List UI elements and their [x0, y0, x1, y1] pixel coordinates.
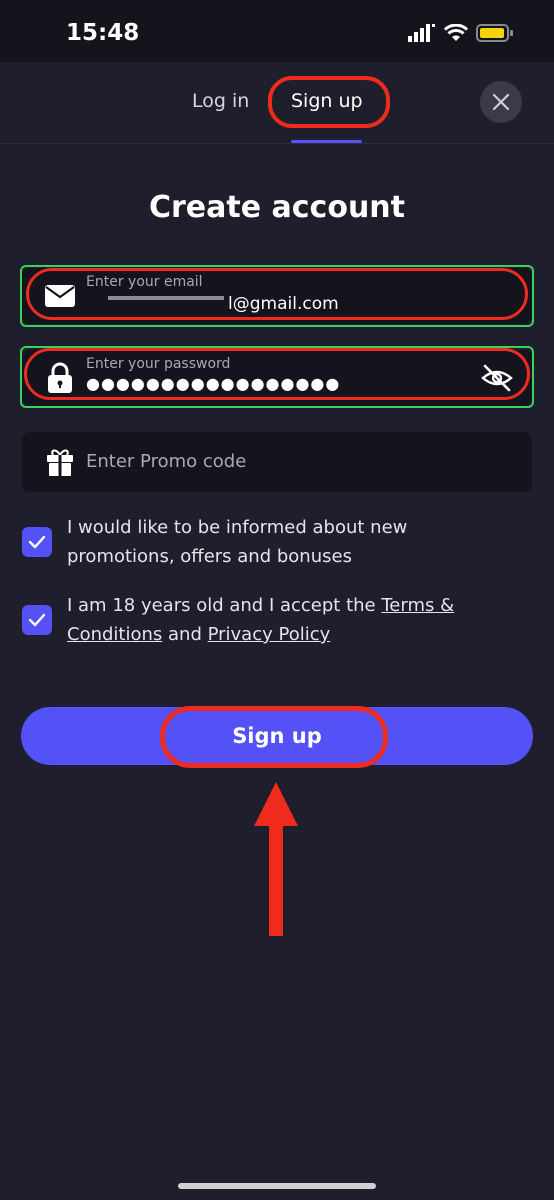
status-bar: 15:48: [0, 0, 554, 62]
consent-text-before: I am 18 years old and I accept the: [67, 595, 382, 616]
cellular-signal-icon: [408, 24, 435, 42]
privacy-policy-link[interactable]: Privacy Policy: [208, 624, 331, 645]
gift-icon: [44, 448, 76, 476]
annotation-arrow-up-icon: [254, 782, 298, 936]
auth-header: Log in Sign up: [0, 62, 554, 144]
status-icons: [408, 22, 514, 44]
page-title: Create account: [148, 190, 405, 225]
sign-up-button[interactable]: Sign up: [21, 707, 533, 765]
consent-text-mid: and: [162, 624, 208, 645]
checkmark-icon: [28, 613, 46, 627]
close-button[interactable]: [480, 81, 522, 123]
newsletter-checkbox[interactable]: [22, 527, 52, 557]
password-value: ●●●●●●●●●●●●●●●●●: [86, 374, 341, 393]
password-label: Enter your password: [86, 356, 231, 372]
promo-placeholder: Enter Promo code: [86, 451, 247, 472]
toggle-password-visibility[interactable]: [480, 362, 514, 394]
status-time: 15:48: [66, 20, 140, 46]
close-icon: [492, 93, 510, 111]
email-field[interactable]: Enter your email l@gmail.com: [22, 268, 532, 324]
sign-up-button-label: Sign up: [232, 724, 322, 748]
envelope-icon: [44, 282, 76, 310]
promo-code-field[interactable]: Enter Promo code: [22, 432, 532, 492]
email-value: l@gmail.com: [228, 294, 339, 314]
eye-off-icon: [481, 364, 513, 392]
password-field[interactable]: Enter your password ●●●●●●●●●●●●●●●●●: [22, 350, 532, 406]
tab-log-in[interactable]: Log in: [192, 90, 249, 112]
battery-icon: [476, 24, 513, 42]
email-obscured: [108, 288, 224, 311]
checkmark-icon: [28, 535, 46, 549]
tab-sign-up[interactable]: Sign up: [291, 90, 363, 112]
wifi-icon: [444, 24, 468, 41]
home-indicator: [178, 1183, 376, 1189]
active-tab-indicator: [291, 140, 362, 143]
lock-icon: [44, 362, 76, 393]
age-terms-checkbox[interactable]: [22, 605, 52, 635]
newsletter-consent-text: I would like to be informed about new pr…: [67, 517, 408, 567]
age-terms-consent-text: I am 18 years old and I accept the Terms…: [67, 591, 507, 649]
newsletter-consent-row: I would like to be informed about new pr…: [22, 513, 532, 573]
age-terms-consent-row: I am 18 years old and I accept the Terms…: [22, 591, 532, 651]
